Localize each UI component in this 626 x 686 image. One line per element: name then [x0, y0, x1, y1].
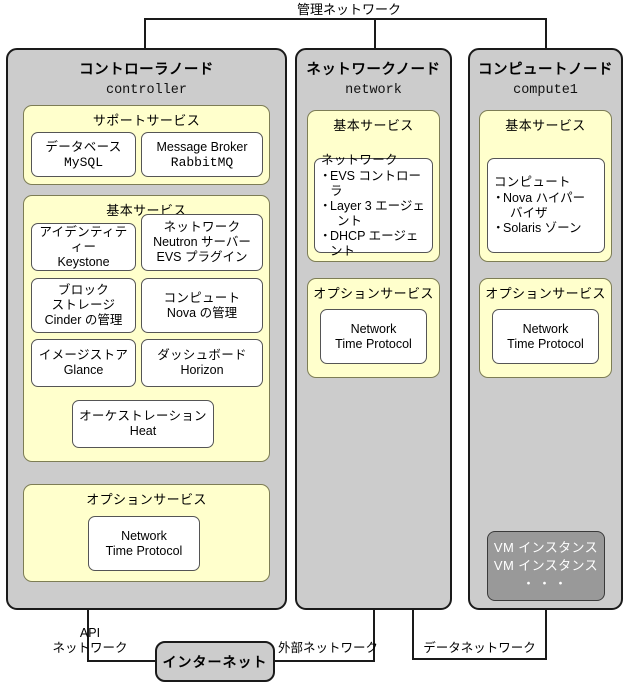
service-networking[interactable]: ネットワーク Neutron サーバー EVS プラグイン [141, 214, 263, 271]
group-title: 基本サービス [505, 118, 586, 133]
management-network-label: 管理ネットワーク [297, 2, 402, 17]
node-network-title: ネットワークノード [306, 62, 441, 78]
management-drop-compute [545, 18, 547, 50]
data-network-label-line1: データネットワーク [423, 641, 536, 655]
service-identity[interactable]: アイデンティティー Keystone [31, 223, 136, 271]
service-image-store[interactable]: イメージストア Glance [31, 339, 136, 387]
service-orchestration[interactable]: オーケストレーション Heat [72, 400, 214, 448]
group-title: オプションサービス [485, 286, 606, 301]
node-compute1-title: コンピュートノード [478, 62, 613, 78]
service-dashboard[interactable]: ダッシュボード Horizon [141, 339, 263, 387]
service-line: Time Protocol [507, 336, 584, 351]
service-ntp-network[interactable]: Network Time Protocol [320, 309, 427, 364]
service-compute-hypervisor[interactable]: コンピュート Nova ハイパー バイザ Solaris ゾーン [487, 158, 605, 253]
data-network-label: データネットワーク [417, 641, 542, 656]
service-bullet: Layer 3 エージェ [319, 199, 425, 214]
service-line: ストレージ [51, 298, 116, 312]
service-ntp-controller[interactable]: Network Time Protocol [88, 516, 200, 571]
vm-instance-line: VM インスタンス [493, 540, 599, 555]
group-title: オプションサービス [86, 492, 207, 507]
service-ntp-compute[interactable]: Network Time Protocol [492, 309, 599, 364]
service-header: コンピュート [494, 175, 571, 189]
service-header: ネットワーク [321, 152, 398, 167]
external-network-label-line1: 外部ネットワーク [278, 641, 379, 655]
service-bullet: Nova ハイパー [492, 191, 585, 206]
api-network-label-line2: ネットワーク [52, 641, 128, 655]
architecture-diagram: 管理ネットワーク コントローラノード controller サポートサービス デ… [0, 0, 626, 686]
internet-box[interactable]: インターネット [155, 641, 275, 682]
service-line: Network [350, 321, 397, 336]
internet-label: インターネット [162, 653, 268, 670]
external-network-label: 外部ネットワーク [278, 641, 379, 656]
service-line: Message Broker [156, 139, 248, 154]
group-title: サポートサービス [92, 113, 201, 128]
service-line: ネットワーク [163, 220, 241, 234]
service-line: Time Protocol [105, 543, 183, 558]
service-line: Heat [129, 424, 157, 438]
service-compute[interactable]: コンピュート Nova の管理 [141, 278, 263, 333]
api-network-label: API ネットワーク [44, 626, 136, 656]
vm-instance-line: VM インスタンス [493, 558, 599, 573]
service-line: データベース [45, 139, 122, 154]
node-network-hostname: network [345, 83, 402, 98]
management-bus-line [144, 18, 547, 20]
data-network-run [412, 658, 547, 660]
service-line: ダッシュボード [157, 348, 247, 362]
service-database[interactable]: データベース MySQL [31, 132, 136, 177]
service-bullet-continuation: バイザ [510, 206, 548, 220]
management-drop-controller [144, 18, 146, 50]
service-bullet: Solaris ゾーン [492, 221, 582, 236]
service-line: Neutron サーバー [153, 235, 251, 249]
node-controller-title: コントローラノード [79, 62, 214, 78]
group-title: オプションサービス [313, 286, 434, 301]
group-title: 基本サービス [333, 118, 414, 133]
service-line: ブロック [57, 283, 110, 297]
service-line: Network [522, 321, 569, 336]
external-network-run [273, 660, 375, 662]
service-line: Network [121, 528, 167, 543]
service-mono: RabbitMQ [170, 154, 234, 170]
service-line: Time Protocol [335, 336, 412, 351]
service-line: EVS プラグイン [156, 250, 248, 264]
service-bullet: DHCP エージェント [319, 229, 426, 259]
service-block-storage[interactable]: ブロック ストレージ Cinder の管理 [31, 278, 136, 333]
node-compute1-hostname: compute1 [513, 83, 578, 98]
service-networking-agents[interactable]: ネットワーク EVS コントローラ Layer 3 エージェ ント DHCP エ… [314, 153, 433, 258]
node-controller-hostname: controller [105, 83, 187, 98]
service-line: Horizon [180, 363, 224, 377]
vm-instances-ellipsis: ・・・ [521, 576, 570, 591]
api-network-run [87, 660, 157, 662]
vm-instances-box[interactable]: VM インスタンス VM インスタンス ・・・ [487, 531, 605, 601]
service-line: イメージストア [38, 348, 129, 362]
service-mono: MySQL [63, 154, 103, 170]
service-line: Cinder の管理 [44, 313, 123, 327]
service-line: Glance [63, 363, 104, 377]
api-network-label-line1: API [79, 626, 101, 640]
service-message-broker[interactable]: Message Broker RabbitMQ [141, 132, 263, 177]
service-line: コンピュート [163, 290, 241, 305]
service-line: Keystone [57, 254, 110, 269]
service-line: アイデンティティー [39, 224, 128, 254]
service-bullet-continuation: ント [337, 213, 363, 228]
service-bullet: EVS コントローラ [319, 169, 426, 199]
data-network-drop-network [412, 610, 414, 660]
service-line: オーケストレーション [79, 409, 207, 423]
service-line: Nova の管理 [166, 305, 238, 320]
data-network-drop-compute [545, 610, 547, 660]
management-drop-network [374, 18, 376, 50]
